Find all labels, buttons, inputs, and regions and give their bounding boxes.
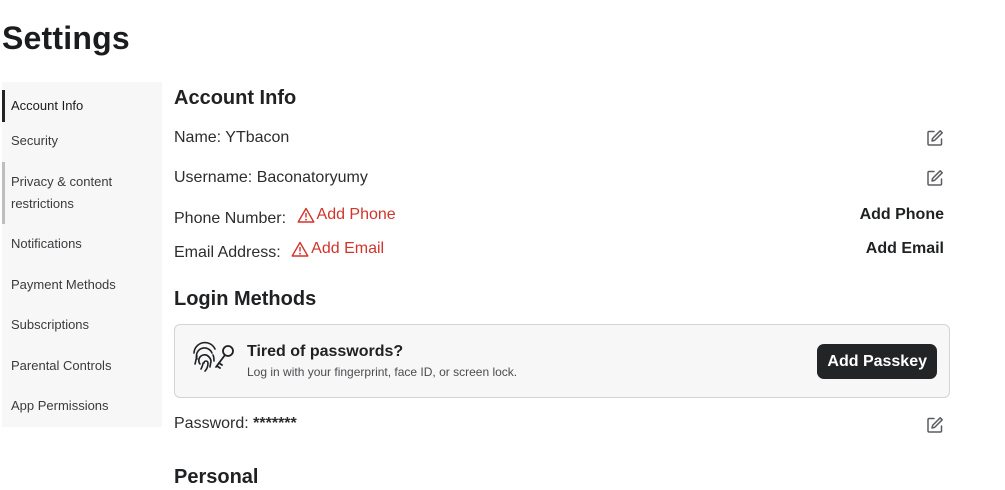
phone-warning-link[interactable]: Add Phone [297,206,396,224]
sidebar-item-privacy[interactable]: Privacy & content restrictions [2,162,162,224]
add-email-button[interactable]: Add Email [866,240,944,258]
passkey-promo-card: Tired of passwords? Log in with your fin… [174,324,950,398]
sidebar-item-label: Privacy & content restrictions [11,174,113,211]
passkey-subtitle: Log in with your fingerprint, face ID, o… [247,365,518,379]
sidebar-item-label: App Permissions [11,398,109,413]
page-title: Settings [2,20,130,56]
sidebar-item-parental-controls[interactable]: Parental Controls [2,355,162,377]
sidebar-item-app-permissions[interactable]: App Permissions [2,395,162,417]
sidebar-item-account-info[interactable]: Account Info [2,90,162,122]
phone-warning-text: Add Phone [316,206,396,223]
email-row: Email Address: Add Email [174,240,384,262]
password-value: ******* [253,415,297,432]
username-value: Baconatoryumy [256,169,368,186]
sidebar-item-subscriptions[interactable]: Subscriptions [2,314,162,336]
edit-password-icon[interactable] [926,416,944,434]
phone-row: Phone Number: Add Phone [174,206,396,228]
sidebar-item-label: Payment Methods [11,277,116,292]
sidebar-item-label: Notifications [11,236,82,251]
settings-sidebar: Account Info Security Privacy & content … [2,82,162,427]
sidebar-item-label: Parental Controls [11,358,112,373]
phone-label: Phone Number: [174,210,287,227]
edit-name-icon[interactable] [926,129,944,147]
personal-heading: Personal [174,466,259,488]
fingerprint-key-icon [193,341,234,372]
sidebar-item-label: Subscriptions [11,317,90,332]
name-row: Name: YTbacon [174,129,289,147]
account-info-heading: Account Info [174,87,297,109]
sidebar-item-label: Account Info [11,98,84,113]
email-label: Email Address: [174,244,281,261]
password-label: Password: [174,415,249,432]
sidebar-item-security[interactable]: Security [2,130,162,152]
password-row: Password: ******* [174,415,297,433]
sidebar-item-notifications[interactable]: Notifications [2,233,162,255]
name-value: YTbacon [225,129,290,146]
sidebar-item-label: Security [11,133,58,148]
edit-username-icon[interactable] [926,169,944,187]
add-passkey-button[interactable]: Add Passkey [817,344,937,379]
warning-icon [291,241,309,257]
email-warning-text: Add Email [311,240,385,257]
warning-icon [297,207,315,223]
passkey-title: Tired of passwords? [247,343,404,360]
username-row: Username: Baconatoryumy [174,169,368,187]
email-warning-link[interactable]: Add Email [291,240,384,258]
sidebar-item-payment-methods[interactable]: Payment Methods [2,274,162,296]
login-methods-heading: Login Methods [174,288,317,310]
name-label: Name: [174,129,222,146]
username-label: Username: [174,169,253,186]
add-phone-button[interactable]: Add Phone [860,206,944,224]
